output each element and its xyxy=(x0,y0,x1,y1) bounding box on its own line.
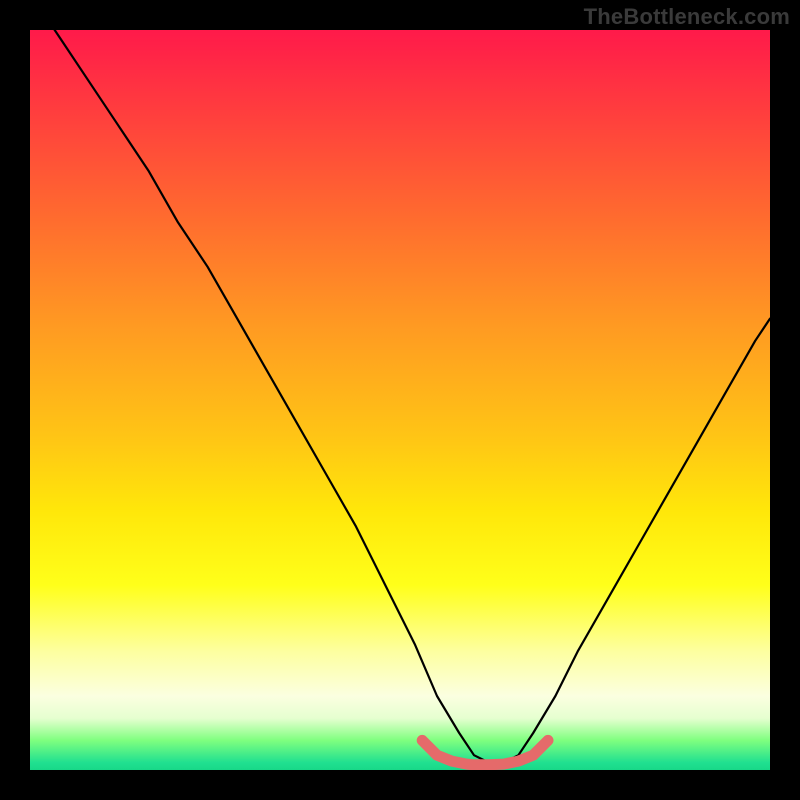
sweet-spot-marker xyxy=(422,740,548,764)
accent-svg xyxy=(30,30,770,770)
chart-frame: TheBottleneck.com xyxy=(0,0,800,800)
watermark-text: TheBottleneck.com xyxy=(584,4,790,30)
plot-area xyxy=(30,30,770,770)
